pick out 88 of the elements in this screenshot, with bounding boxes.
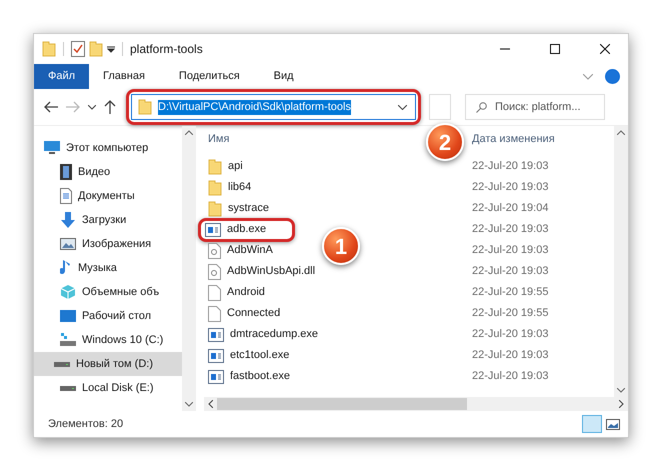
drive-icon bbox=[60, 384, 76, 392]
date-cell-text: 22-Jul-20 19:03 bbox=[472, 348, 548, 364]
document-icon bbox=[60, 188, 72, 204]
horizontal-scrollbar[interactable] bbox=[204, 397, 628, 411]
chevron-down-icon[interactable] bbox=[617, 388, 625, 393]
nav-item[interactable]: Загрузки bbox=[44, 208, 182, 232]
desktop-icon bbox=[60, 310, 76, 322]
nav-item[interactable]: Local Disk (E:) bbox=[44, 376, 182, 400]
address-path: D:\VirtualPC\Android\Sdk\platform-tools bbox=[158, 100, 351, 114]
picture-icon[interactable] bbox=[606, 418, 620, 430]
column-header[interactable]: Дата изменения bbox=[472, 130, 555, 148]
folder-icon bbox=[208, 158, 222, 174]
file-icon bbox=[208, 284, 221, 300]
ribbon-tab[interactable]: Поделиться bbox=[164, 64, 254, 89]
date-cell-text: 22-Jul-20 19:03 bbox=[472, 264, 548, 280]
close-icon[interactable] bbox=[600, 44, 610, 54]
nav-item[interactable]: Видео bbox=[44, 160, 182, 184]
file-name[interactable]: dmtracedump.exe bbox=[230, 326, 318, 343]
folder-icon bbox=[208, 180, 222, 196]
scrollbar-thumb[interactable] bbox=[217, 398, 467, 410]
drive-icon bbox=[54, 360, 70, 368]
search-placeholder: Поиск: platform... bbox=[495, 100, 580, 115]
folder-icon bbox=[208, 200, 222, 216]
file-name[interactable]: lib64 bbox=[228, 179, 252, 196]
date-cell-text: 22-Jul-20 19:55 bbox=[472, 285, 548, 300]
film-icon bbox=[60, 164, 72, 180]
cube-icon bbox=[60, 284, 76, 300]
program-icon bbox=[205, 222, 221, 236]
file-name[interactable]: adb.exe bbox=[227, 221, 266, 238]
search-field[interactable]: Поиск: platform... bbox=[465, 94, 605, 120]
dropdown-caret-icon[interactable] bbox=[107, 45, 115, 53]
chevron-down-icon[interactable] bbox=[88, 104, 96, 110]
file-name[interactable]: etc1tool.exe bbox=[230, 347, 290, 364]
checklist-icon[interactable] bbox=[71, 41, 85, 57]
vertical-scrollbar[interactable] bbox=[614, 126, 628, 397]
drive-icon bbox=[60, 333, 76, 347]
search-icon bbox=[476, 102, 487, 112]
nav-item[interactable]: Документы bbox=[44, 184, 182, 208]
date-cell-text: 22-Jul-20 19:03 bbox=[472, 159, 548, 174]
program-icon bbox=[208, 328, 224, 342]
number-badge: 2 bbox=[426, 123, 464, 161]
date-cell-text: 22-Jul-20 19:03 bbox=[472, 180, 548, 196]
music-note-icon bbox=[60, 260, 72, 276]
number-badge: 1 bbox=[322, 227, 360, 265]
date-cell-text: 22-Jul-20 19:55 bbox=[472, 306, 548, 322]
chevron-down-icon[interactable] bbox=[185, 402, 193, 407]
chevron-up-icon[interactable] bbox=[185, 130, 193, 135]
file-icon bbox=[208, 306, 221, 322]
nav-item[interactable]: Изображения bbox=[44, 232, 182, 256]
file-name[interactable]: AdbWinUsbApi.dll bbox=[227, 263, 316, 280]
file-name[interactable]: api bbox=[228, 158, 243, 175]
nav-item[interactable]: Объемные объ bbox=[44, 280, 182, 304]
chevron-down-icon[interactable] bbox=[398, 104, 407, 110]
up-arrow-icon[interactable] bbox=[104, 100, 116, 114]
window-title: platform-tools bbox=[130, 41, 203, 58]
date-cell-text: 22-Jul-20 19:03 bbox=[472, 327, 548, 342]
date-cell-text: 22-Jul-20 19:04 bbox=[472, 201, 548, 216]
file-name[interactable]: Android bbox=[227, 284, 265, 301]
nav-item[interactable]: Новый том (D:) bbox=[34, 352, 182, 376]
column-header[interactable]: Имя bbox=[208, 132, 230, 145]
monitor-icon bbox=[44, 141, 60, 155]
date-cell-text: 22-Jul-20 19:03 bbox=[472, 222, 548, 238]
nav-item[interactable]: Windows 10 (C:) bbox=[44, 328, 182, 352]
chevron-right-icon[interactable] bbox=[619, 400, 624, 408]
nav-item[interactable]: Рабочий стол bbox=[44, 304, 182, 328]
date-cell-text: 22-Jul-20 19:03 bbox=[472, 369, 548, 384]
maximize-icon[interactable] bbox=[550, 44, 560, 54]
ribbon-tab[interactable]: Главная bbox=[89, 64, 159, 89]
chevron-up-icon[interactable] bbox=[617, 130, 625, 135]
chevron-left-icon[interactable] bbox=[208, 400, 213, 408]
file-name[interactable]: Connected bbox=[227, 305, 280, 322]
ribbon-tab[interactable]: Файл bbox=[34, 64, 90, 89]
scrollbar[interactable] bbox=[182, 126, 196, 411]
file-name[interactable]: systrace bbox=[228, 200, 269, 217]
file-name[interactable]: AdbWinA bbox=[227, 242, 273, 259]
nav-item[interactable]: Музыка bbox=[44, 256, 182, 280]
ribbon-tab[interactable]: Вид bbox=[260, 64, 308, 89]
program-icon bbox=[208, 370, 224, 384]
program-icon bbox=[208, 348, 224, 362]
nav-item[interactable]: Этот компьютер bbox=[44, 136, 182, 160]
folder-icon bbox=[138, 99, 152, 115]
address-field[interactable]: D:\VirtualPC\Android\Sdk\platform-tools bbox=[131, 94, 416, 120]
date-cell-text: 22-Jul-20 19:03 bbox=[472, 243, 548, 258]
picture-icon bbox=[60, 238, 76, 250]
back-arrow-icon[interactable] bbox=[44, 101, 58, 113]
down-arrow-icon bbox=[60, 212, 76, 228]
status-text: Элементов: 20 bbox=[48, 416, 124, 432]
file-name[interactable]: fastboot.exe bbox=[230, 368, 290, 385]
